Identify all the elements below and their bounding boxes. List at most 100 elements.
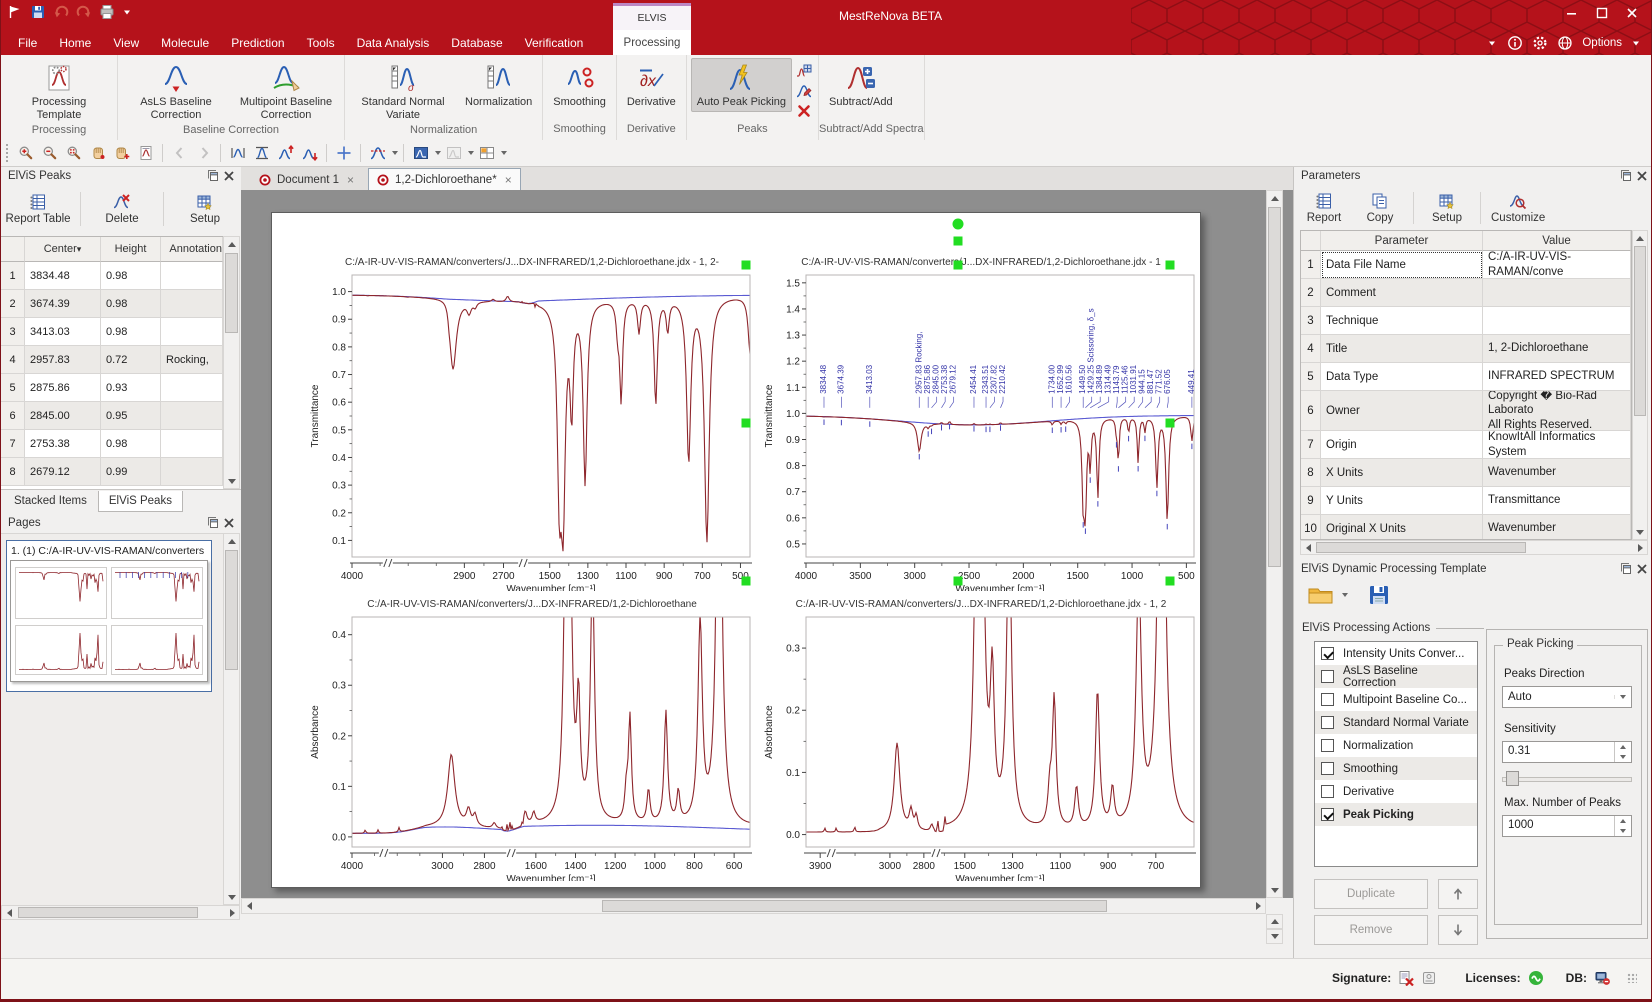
float-panel-icon[interactable] [1618,169,1634,184]
selection-handle[interactable] [954,261,963,270]
menu-item-tools[interactable]: Tools [296,32,346,54]
print-preview-icon[interactable] [134,142,157,164]
spectrum-c3[interactable]: C:/A-IR-UV-VIS-RAMAN/converters/J...DX-I… [306,599,758,881]
tab-close-icon[interactable]: × [505,173,512,187]
minimize-button[interactable] [1557,2,1587,24]
action-item-peak-picking[interactable]: Peak Picking [1315,803,1477,826]
pan-spectrum-icon[interactable] [86,142,109,164]
scroll-up-arrow[interactable] [224,534,239,548]
action-item-derivative[interactable]: Derivative [1315,780,1477,803]
options-caret-icon[interactable] [1631,38,1641,48]
scroll-thumb[interactable] [1268,207,1281,567]
close-panel-icon[interactable] [221,516,237,531]
fit-intensity-icon[interactable] [250,142,273,164]
delete-button[interactable]: Delete [86,193,158,225]
dropdown-caret-icon[interactable] [501,151,507,155]
move-up-button[interactable] [1438,879,1478,909]
maximize-button[interactable] [1587,2,1617,24]
dock-tab-stacked-items[interactable]: Stacked Items [3,490,98,512]
peaks-table-row[interactable]: 42957.830.72Rocking, [1,346,223,374]
overlay-view-icon[interactable] [442,142,465,164]
scroll-down-arrow[interactable] [1267,883,1282,897]
zoom-in-icon[interactable] [14,142,37,164]
customize-quick-access-icon[interactable] [122,7,132,17]
redo-icon[interactable] [76,4,92,20]
close-panel-icon[interactable] [1634,562,1650,577]
parameters-table-row[interactable]: 6OwnerCopyright � Bio-Rad Laborato All R… [1301,391,1631,431]
document-tab-1-2-dichloroethane-[interactable]: 1,2-Dichloroethane*× [368,168,521,190]
peaks-table-icon[interactable] [794,61,814,80]
dropdown-caret-icon[interactable] [392,151,398,155]
scroll-right-arrow[interactable] [1251,899,1265,913]
options-label[interactable]: Options [1582,37,1622,49]
signature-stamp-icon[interactable] [1421,970,1437,986]
share-icon[interactable] [1557,35,1573,51]
save-template-icon[interactable] [1368,584,1390,606]
scroll-thumb[interactable] [225,550,238,670]
checkbox[interactable] [1321,670,1334,683]
peaks-table-row[interactable]: 72753.380.98 [1,430,223,458]
setup-button[interactable]: Setup [1419,192,1475,224]
slider-knob[interactable] [1506,771,1519,786]
standard-normal-variate-button[interactable]: σStandard Normal Variate [349,58,457,124]
spectrum-c2[interactable]: C:/A-IR-UV-VIS-RAMAN/converters/J...DX-I… [760,257,1202,591]
scroll-right-arrow[interactable] [225,906,239,919]
scroll-down-arrow[interactable] [1633,525,1647,539]
peaks-table-row[interactable]: 82679.120.99 [1,458,223,486]
remove-button[interactable]: Remove [1314,915,1428,945]
grab-add-icon[interactable] [110,142,133,164]
menu-item-prediction[interactable]: Prediction [220,32,295,54]
scroll-thumb[interactable] [1316,542,1526,553]
scroll-left-arrow[interactable] [1301,541,1315,554]
page-up-button[interactable] [1266,914,1283,929]
setup-button[interactable]: Setup [169,193,241,225]
parameters-table-row[interactable]: 8X UnitsWavenumber [1301,459,1631,487]
selection-handle[interactable] [1166,419,1175,428]
scroll-up-arrow[interactable] [224,237,239,251]
scroll-up-arrow[interactable] [1633,231,1647,245]
tab-close-icon[interactable]: × [347,173,354,187]
page-list-item[interactable]: 1. (1) C:/A-IR-UV-VIS-RAMAN/converters [6,540,212,692]
derivative-button[interactable]: ∂xDerivative [621,58,682,112]
checkbox[interactable] [1321,762,1334,775]
scroll-down-arrow[interactable] [224,474,239,488]
scroll-thumb[interactable] [1634,246,1646,416]
parameters-table-row[interactable]: 7OriginKnowItAll Informatics System [1301,431,1631,459]
info-icon[interactable] [1507,35,1523,51]
scroll-thumb[interactable] [225,253,238,333]
selection-handle[interactable] [742,577,751,586]
scroll-left-arrow[interactable] [242,899,256,913]
undo-icon[interactable] [53,4,69,20]
report-table-button[interactable]: Report Table [1,193,75,225]
column-header-center[interactable]: Center ▾ [25,237,101,262]
action-item-normalization[interactable]: Normalization [1315,734,1477,757]
full-spectrum-icon[interactable] [226,142,249,164]
zoom-selection-icon[interactable] [62,142,85,164]
selection-handle[interactable] [1166,261,1175,270]
drag-handle[interactable] [5,143,9,163]
zoom-out-icon[interactable] [38,142,61,164]
customize-button[interactable]: Customize [1486,192,1550,224]
peaks-table-row[interactable]: 52875.860.93 [1,374,223,402]
collapse-ribbon-icon[interactable] [1486,37,1498,49]
selection-handle[interactable] [954,577,963,586]
tab-processing[interactable]: Processing [613,30,691,55]
menu-item-data-analysis[interactable]: Data Analysis [346,32,441,54]
dock-tab-elvis-peaks[interactable]: ElViS Peaks [98,491,183,512]
smoothing-button[interactable]: Smoothing [547,58,612,112]
peak-edit-icon[interactable] [794,81,814,100]
action-item-multipoint-baseline-co-[interactable]: Multipoint Baseline Co... [1315,688,1477,711]
copy-button[interactable]: Copy [1352,192,1408,224]
peaks-table-row[interactable]: 13834.480.98 [1,262,223,290]
move-down-button[interactable] [1438,915,1478,945]
scroll-up-arrow[interactable] [1267,191,1282,205]
mnova-logo-icon[interactable] [7,4,23,20]
action-item-intensity-units-conver-[interactable]: Intensity Units Conver... [1315,642,1477,665]
peaks-direction-select[interactable]: Auto [1502,686,1632,708]
processing-template-button[interactable]: Processing Template [5,58,113,124]
checkbox[interactable] [1321,785,1334,798]
float-panel-icon[interactable] [205,516,221,531]
duplicate-button[interactable]: Duplicate [1314,879,1428,909]
checkbox[interactable] [1321,739,1334,752]
report-button[interactable]: Report [1296,192,1352,224]
